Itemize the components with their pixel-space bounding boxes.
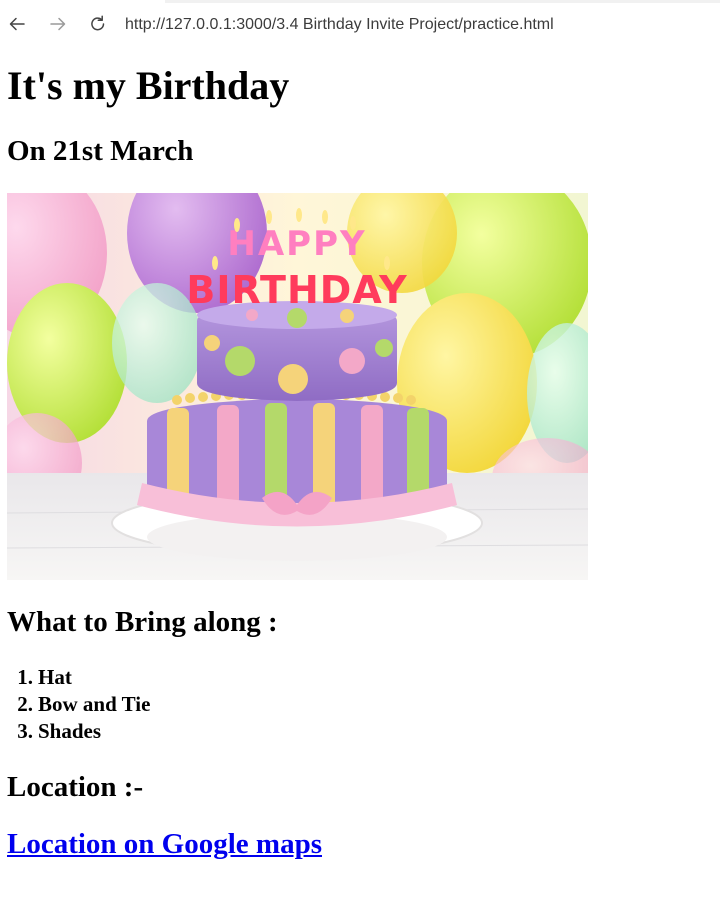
back-button[interactable] [5,12,29,36]
list-item-label: Shades [38,719,102,743]
page-title: It's my Birthday [7,63,290,108]
address-bar[interactable]: http://127.0.0.1:3000/3.4 Birthday Invit… [125,15,554,35]
list-item: 1. Hat [7,664,150,691]
list-item: 2. Bow and Tie [7,691,150,718]
list-item-number: 1. [17,665,33,689]
google-maps-link[interactable]: Location on Google maps [7,827,322,861]
cake-illustration: HAPPY BIRTHDAY [7,193,588,580]
browser-toolbar: http://127.0.0.1:3000/3.4 Birthday Invit… [0,0,720,52]
birthday-cake-image: HAPPY BIRTHDAY [7,193,588,580]
bring-list: 1. Hat 2. Bow and Tie 3. Shades [7,664,150,745]
list-item-number: 3. [17,719,33,743]
reload-button[interactable] [86,12,110,36]
candle-text-birthday: BIRTHDAY [186,268,407,312]
date-heading: On 21st March [7,135,194,167]
candle-text-happy: HAPPY [227,224,366,264]
list-item-label: Bow and Tie [38,692,151,716]
tab-strip-edge [165,0,720,3]
list-item-number: 2. [17,692,33,716]
location-heading: Location :- [7,771,144,803]
forward-button[interactable] [46,12,70,36]
url-text: http://127.0.0.1:3000/3.4 Birthday Invit… [125,16,554,33]
forward-arrow-icon [50,17,66,31]
reload-icon [91,15,105,31]
list-item: 3. Shades [7,718,150,745]
back-arrow-icon [9,17,25,31]
list-item-label: Hat [38,665,72,689]
what-to-bring-heading: What to Bring along : [7,606,278,638]
